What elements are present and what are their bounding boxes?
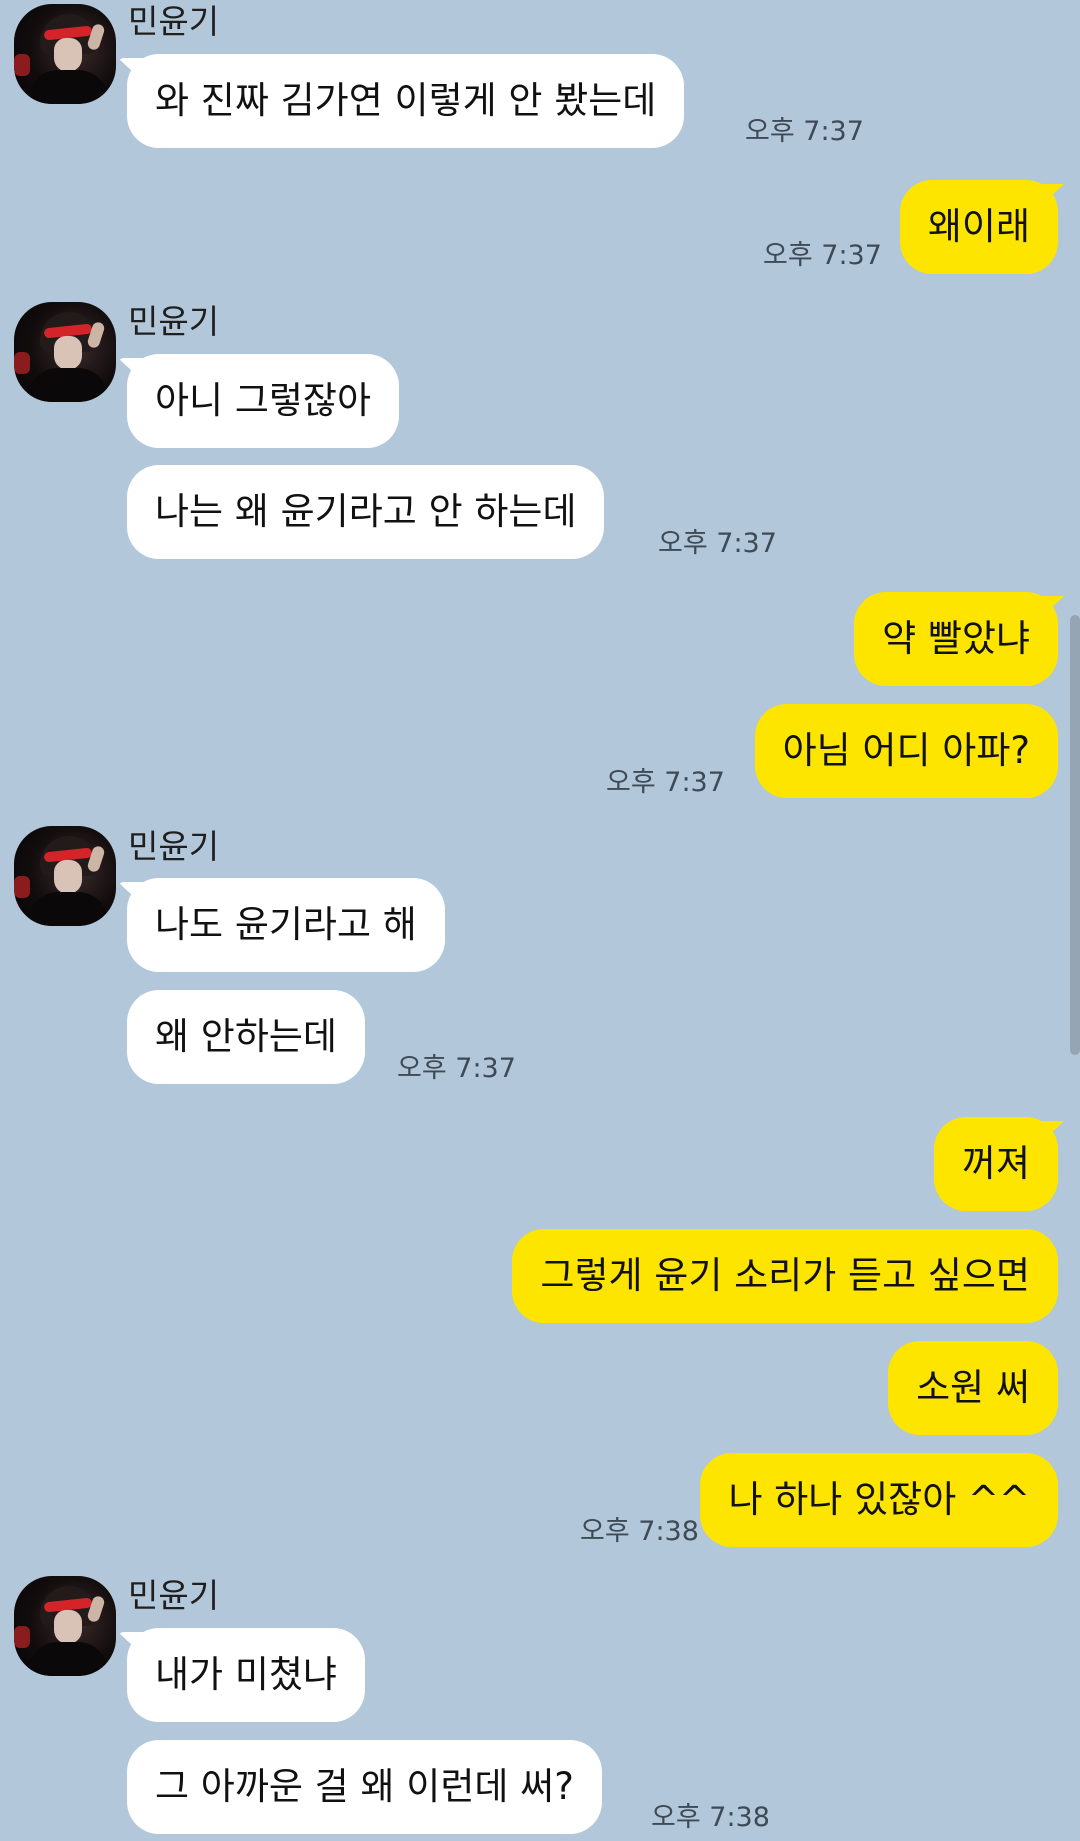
sender-name: 민윤기 bbox=[128, 302, 220, 341]
message-bubble[interactable]: 아니 그렇잖아 bbox=[127, 354, 400, 448]
sender-name: 민윤기 bbox=[128, 2, 220, 41]
message-bubble[interactable]: 약 빨았냐 bbox=[854, 592, 1058, 686]
scrollbar[interactable] bbox=[1070, 615, 1080, 1055]
sender-name: 민윤기 bbox=[128, 1576, 220, 1615]
message-time: 오후 7:37 bbox=[606, 767, 725, 798]
message-bubble[interactable]: 아님 어디 아파? bbox=[754, 704, 1058, 798]
sender-avatar[interactable] bbox=[14, 826, 116, 926]
message-bubble[interactable]: 와 진짜 김가연 이렇게 안 봤는데 bbox=[127, 54, 685, 148]
message-bubble[interactable]: 나 하나 있잖아 ^^ bbox=[700, 1453, 1058, 1547]
message-time: 오후 7:37 bbox=[397, 1053, 516, 1084]
message-time: 오후 7:38 bbox=[580, 1516, 699, 1547]
message-bubble[interactable]: 그 아까운 걸 왜 이런데 써? bbox=[127, 1740, 602, 1834]
message-bubble[interactable]: 왜이래 bbox=[899, 180, 1058, 274]
message-bubble[interactable]: 내가 미쳤냐 bbox=[127, 1628, 365, 1722]
message-bubble[interactable]: 꺼져 bbox=[933, 1117, 1058, 1211]
message-bubble[interactable]: 나도 윤기라고 해 bbox=[127, 878, 445, 972]
message-time: 오후 7:37 bbox=[745, 116, 864, 147]
message-bubble[interactable]: 그렇게 윤기 소리가 듣고 싶으면 bbox=[512, 1229, 1058, 1323]
sender-name: 민윤기 bbox=[128, 827, 220, 866]
message-time: 오후 7:38 bbox=[651, 1802, 770, 1833]
sender-avatar[interactable] bbox=[14, 1576, 116, 1676]
message-bubble[interactable]: 소원 써 bbox=[888, 1341, 1058, 1435]
chat-room: 민윤기 와 진짜 김가연 이렇게 안 봤는데 오후 7:37 왜이래 오후 7:… bbox=[0, 0, 1080, 1841]
message-bubble[interactable]: 나는 왜 윤기라고 안 하는데 bbox=[127, 465, 605, 559]
message-time: 오후 7:37 bbox=[763, 240, 882, 271]
sender-avatar[interactable] bbox=[14, 302, 116, 402]
message-time: 오후 7:37 bbox=[658, 528, 777, 559]
message-bubble[interactable]: 왜 안하는데 bbox=[127, 990, 365, 1084]
sender-avatar[interactable] bbox=[14, 4, 116, 104]
